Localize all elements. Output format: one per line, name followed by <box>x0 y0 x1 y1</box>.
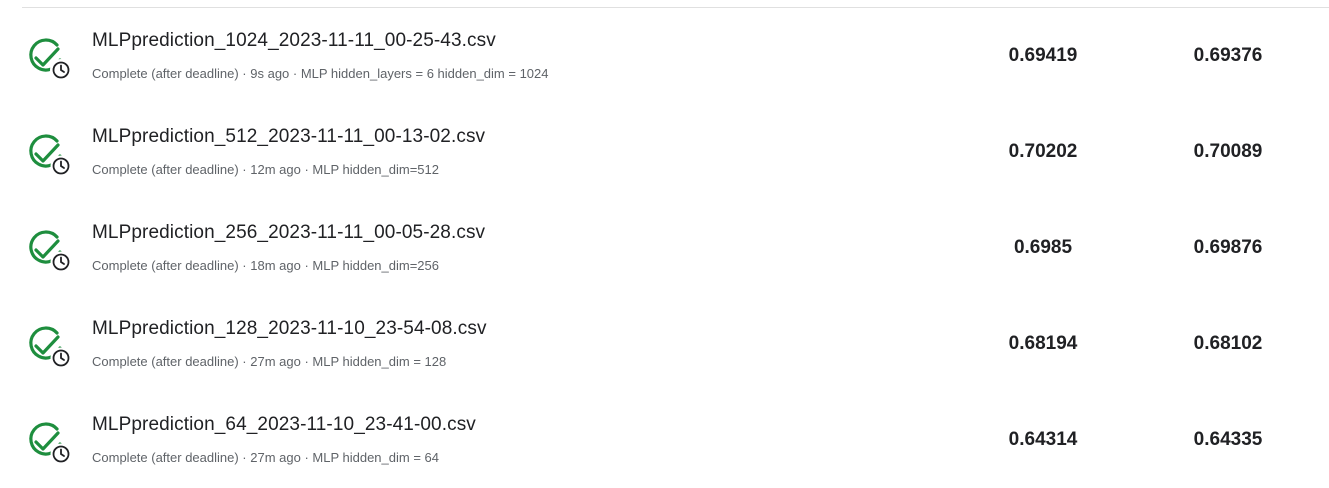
submission-meta: Complete (after deadline) · 18m ago · ML… <box>92 258 439 273</box>
complete-check-icon <box>26 36 74 84</box>
complete-check-icon <box>26 132 74 180</box>
public-score: 0.69876 <box>1193 237 1263 258</box>
private-score: 0.69419 <box>1008 45 1078 66</box>
submission-row: MLPprediction_256_2023-11-11_00-05-28.cs… <box>0 200 1329 296</box>
submission-meta: Complete (after deadline) · 9s ago · MLP… <box>92 66 549 81</box>
submission-row: MLPprediction_64_2023-11-10_23-41-00.csv… <box>0 392 1329 488</box>
complete-check-icon <box>26 324 74 372</box>
submission-list: MLPprediction_1024_2023-11-11_00-25-43.c… <box>0 8 1329 488</box>
public-score: 0.69376 <box>1193 45 1263 66</box>
private-score: 0.70202 <box>1008 141 1078 162</box>
submission-meta: Complete (after deadline) · 27m ago · ML… <box>92 354 447 369</box>
submission-row: MLPprediction_128_2023-11-10_23-54-08.cs… <box>0 296 1329 392</box>
submission-file-name[interactable]: MLPprediction_128_2023-11-10_23-54-08.cs… <box>92 318 487 340</box>
submission-row: MLPprediction_1024_2023-11-11_00-25-43.c… <box>0 8 1329 104</box>
submission-file-name[interactable]: MLPprediction_64_2023-11-10_23-41-00.csv <box>92 414 476 436</box>
submission-file-name[interactable]: MLPprediction_1024_2023-11-11_00-25-43.c… <box>92 30 496 52</box>
complete-check-icon <box>26 420 74 468</box>
private-score: 0.68194 <box>1008 333 1078 354</box>
submission-file-name[interactable]: MLPprediction_512_2023-11-11_00-13-02.cs… <box>92 126 485 148</box>
submission-meta: Complete (after deadline) · 12m ago · ML… <box>92 162 439 177</box>
complete-check-icon <box>26 228 74 276</box>
public-score: 0.70089 <box>1193 141 1263 162</box>
submission-meta: Complete (after deadline) · 27m ago · ML… <box>92 450 439 465</box>
submission-row: MLPprediction_512_2023-11-11_00-13-02.cs… <box>0 104 1329 200</box>
public-score: 0.68102 <box>1193 333 1263 354</box>
submission-file-name[interactable]: MLPprediction_256_2023-11-11_00-05-28.cs… <box>92 222 485 244</box>
private-score: 0.64314 <box>1008 429 1078 450</box>
private-score: 0.6985 <box>1013 237 1073 258</box>
public-score: 0.64335 <box>1193 429 1263 450</box>
